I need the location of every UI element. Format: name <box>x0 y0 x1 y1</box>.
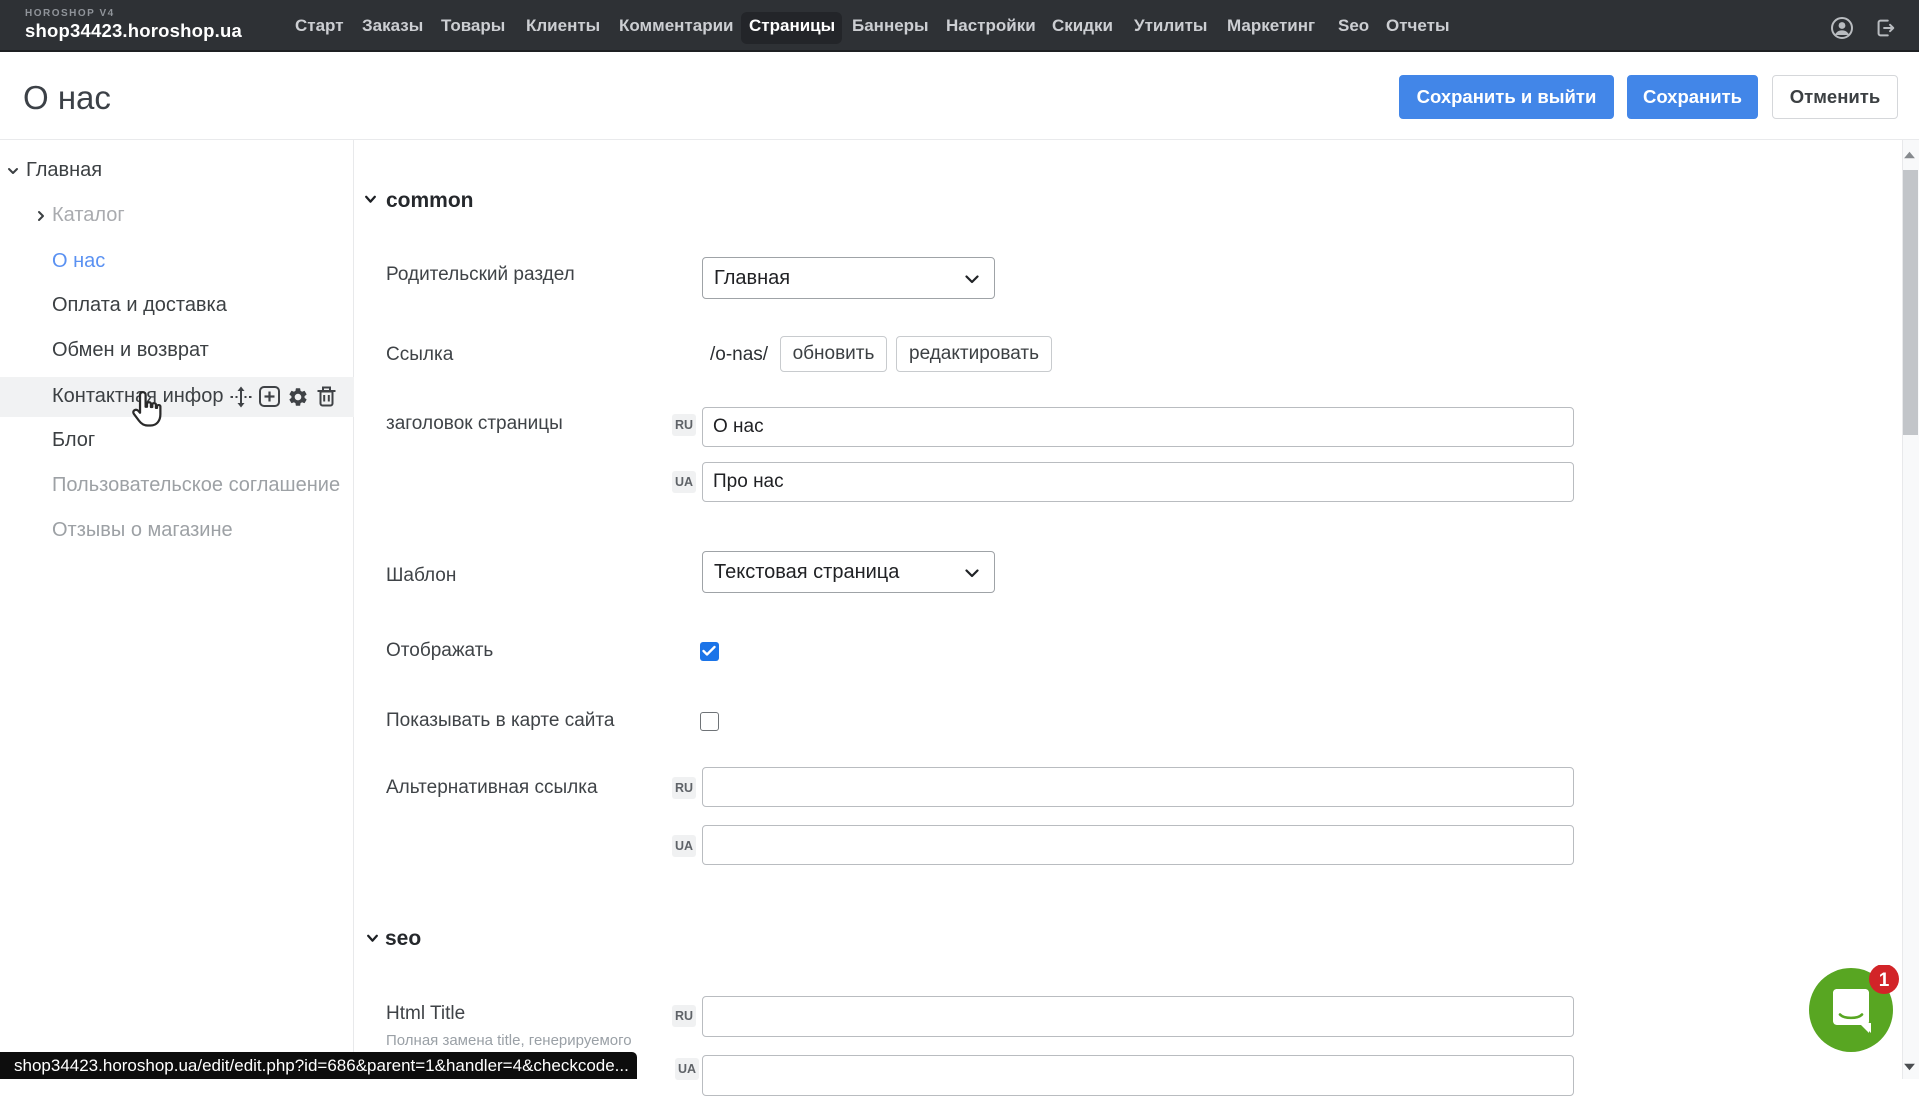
svg-text:1: 1 <box>1879 970 1890 991</box>
